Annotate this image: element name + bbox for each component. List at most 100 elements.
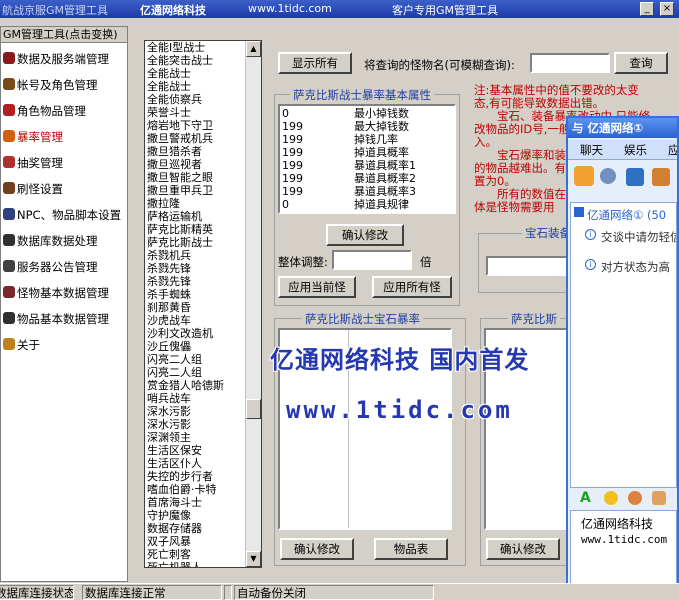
list-item[interactable]: 沙虎战车 [147, 315, 191, 327]
item-table-button[interactable]: 物品表 [374, 538, 448, 560]
font-icon[interactable]: A [580, 490, 591, 506]
list-item[interactable]: 杀戮先锋 [147, 263, 191, 275]
list-item[interactable]: 深水污影 [147, 406, 191, 418]
list-item[interactable]: 全能I型战士 [147, 42, 205, 54]
gem-equip-input[interactable] [486, 256, 572, 276]
gem-drop-group-2-title: 萨克比斯 [508, 311, 560, 327]
list-item[interactable]: 全能战士 [147, 68, 191, 80]
sidebar-item[interactable]: 数据及服务端管理 [1, 47, 127, 71]
confirm-gem-2-button[interactable]: 确认修改 [486, 538, 560, 560]
list-item[interactable]: 撒旦猎杀者 [147, 146, 202, 158]
list-item[interactable]: 深水污影 [147, 419, 191, 431]
tab-chat[interactable]: 聊天 [580, 142, 603, 158]
image-icon[interactable] [652, 491, 666, 505]
list-item[interactable]: 全能突击战士 [147, 55, 213, 67]
list-item[interactable]: 哨兵战车 [147, 393, 191, 405]
list-item[interactable]: 赏金猎人哈德斯 [147, 380, 224, 392]
list-item[interactable]: 沙利文改造机 [147, 328, 213, 340]
list-item[interactable]: 沙丘傀儡 [147, 341, 191, 353]
list-item[interactable]: 生活区保安 [147, 445, 202, 457]
list-item[interactable]: 守护魔像 [147, 510, 191, 522]
list-item[interactable]: 撒旦巡视者 [147, 159, 202, 171]
sidebar-item[interactable]: NPC、物品脚本设置 [1, 203, 127, 227]
list-item[interactable]: 全能战士 [147, 81, 191, 93]
chat-history[interactable]: 亿通网络① (50 i 交谈中请勿轻信 i 对方状态为高 [570, 202, 677, 488]
qq-chat-window[interactable]: 与 亿通网络① 聊天 娱乐 应 亿通网络① (50 i 交谈中请勿轻信 i 对方… [566, 116, 679, 600]
apply-current-button[interactable]: 应用当前怪 [278, 276, 356, 298]
drop-value[interactable]: 199 [282, 173, 303, 185]
drop-value[interactable]: 199 [282, 186, 303, 198]
list-item[interactable]: 全能侦察兵 [147, 94, 202, 106]
sidebar-item[interactable]: 服务器公告管理 [1, 255, 127, 279]
list-item[interactable]: 闪亮二人组 [147, 354, 202, 366]
list-item[interactable]: 杀戮先锋 [147, 276, 191, 288]
show-all-button[interactable]: 显示所有 [278, 52, 352, 74]
nav-header[interactable]: GM管理工具(点击变换) [1, 27, 127, 43]
list-item[interactable]: 生活区仆人 [147, 458, 202, 470]
sidebar-item[interactable]: 暴率管理 [1, 125, 127, 149]
confirm-gem-button[interactable]: 确认修改 [280, 538, 354, 560]
list-item[interactable]: 失控的步行者 [147, 471, 213, 483]
monster-search-input[interactable] [530, 53, 610, 73]
list-item[interactable]: 萨格运输机 [147, 211, 202, 223]
drop-value[interactable]: 199 [282, 121, 303, 133]
list-item[interactable]: 杀戮机兵 [147, 250, 191, 262]
list-item[interactable]: 撒旦警戒机兵 [147, 133, 213, 145]
adjust-multiplier-input[interactable] [332, 250, 412, 270]
list-item[interactable]: 刹那黄昏 [147, 302, 191, 314]
monster-list[interactable]: 全能I型战士 全能突击战士 全能战士 全能战士 全能侦察兵 荣誉斗士 熔岩地下守卫 撒旦警戒机… [144, 40, 262, 568]
drop-value[interactable]: 0 [282, 108, 289, 120]
list-item[interactable]: 首席海斗士 [147, 497, 202, 509]
list-item[interactable]: 熔岩地下守卫 [147, 120, 213, 132]
sidebar-item-label: 关于 [17, 338, 40, 352]
drop-attribute-name: 最大掉钱数 [354, 120, 409, 133]
drop-rate-table[interactable]: 0 最小掉钱数 199 最大掉钱数 199 掉钱几率 199 掉道具概率 199 暴道具概率1 19… [278, 104, 456, 214]
sidebar-item[interactable]: 数据库数据处理 [1, 229, 127, 253]
list-item[interactable]: 萨克比斯战士 [147, 237, 213, 249]
drop-value[interactable]: 199 [282, 134, 303, 146]
chat-title-bar[interactable]: 与 亿通网络① [568, 118, 677, 138]
sidebar-item[interactable]: 关于 [1, 333, 127, 357]
sidebar-item[interactable]: 角色物品管理 [1, 99, 127, 123]
list-item[interactable]: 萨克比斯精英 [147, 224, 213, 236]
emoji-icon[interactable] [604, 491, 618, 505]
monster-list-scrollbar[interactable]: ▲ ▼ [245, 41, 261, 567]
scroll-down-icon[interactable]: ▼ [246, 551, 261, 567]
scroll-thumb[interactable] [246, 399, 261, 419]
list-item[interactable]: 荣誉斗士 [147, 107, 191, 119]
sidebar-item[interactable]: 刷怪设置 [1, 177, 127, 201]
transfer-icon[interactable] [626, 168, 644, 186]
search-button[interactable]: 查询 [614, 52, 668, 74]
list-item[interactable]: 数据存储器 [147, 523, 202, 535]
sidebar-item[interactable]: 怪物基本数据管理 [1, 281, 127, 305]
camera-icon[interactable] [600, 168, 616, 184]
magic-emoji-icon[interactable] [628, 491, 642, 505]
drop-attribute-name: 暴道具概率2 [354, 172, 416, 185]
sidebar-item[interactable]: 物品基本数据管理 [1, 307, 127, 331]
list-item[interactable]: 闪亮二人组 [147, 367, 202, 379]
info-icon [3, 338, 15, 350]
sidebar-item[interactable]: 帐号及角色管理 [1, 73, 127, 97]
apply-all-button[interactable]: 应用所有怪 [372, 276, 452, 298]
list-item[interactable]: 杀手蜘蛛 [147, 289, 191, 301]
tools-icon[interactable] [652, 168, 670, 186]
drop-value[interactable]: 0 [282, 199, 289, 211]
list-item[interactable]: 深渊领主 [147, 432, 191, 444]
list-item[interactable]: 双子风暴 [147, 536, 191, 548]
tab-apps[interactable]: 应 [668, 142, 677, 158]
video-icon[interactable] [574, 166, 594, 186]
tab-entertainment[interactable]: 娱乐 [624, 142, 647, 158]
minimize-icon[interactable]: _ [640, 2, 654, 16]
list-item[interactable]: 死亡机器人 [147, 562, 202, 568]
sidebar-item[interactable]: 抽奖管理 [1, 151, 127, 175]
confirm-drop-button[interactable]: 确认修改 [326, 224, 404, 246]
close-icon[interactable]: × [660, 2, 674, 16]
list-item[interactable]: 撒旦智能之眼 [147, 172, 213, 184]
drop-value[interactable]: 199 [282, 147, 303, 159]
scroll-up-icon[interactable]: ▲ [246, 41, 261, 57]
drop-value[interactable]: 199 [282, 160, 303, 172]
list-item[interactable]: 撒旦重甲兵卫 [147, 185, 213, 197]
list-item[interactable]: 撒拉隆 [147, 198, 180, 210]
list-item[interactable]: 死亡刺客 [147, 549, 191, 561]
list-item[interactable]: 嗜血伯爵·卡特 [147, 484, 217, 496]
